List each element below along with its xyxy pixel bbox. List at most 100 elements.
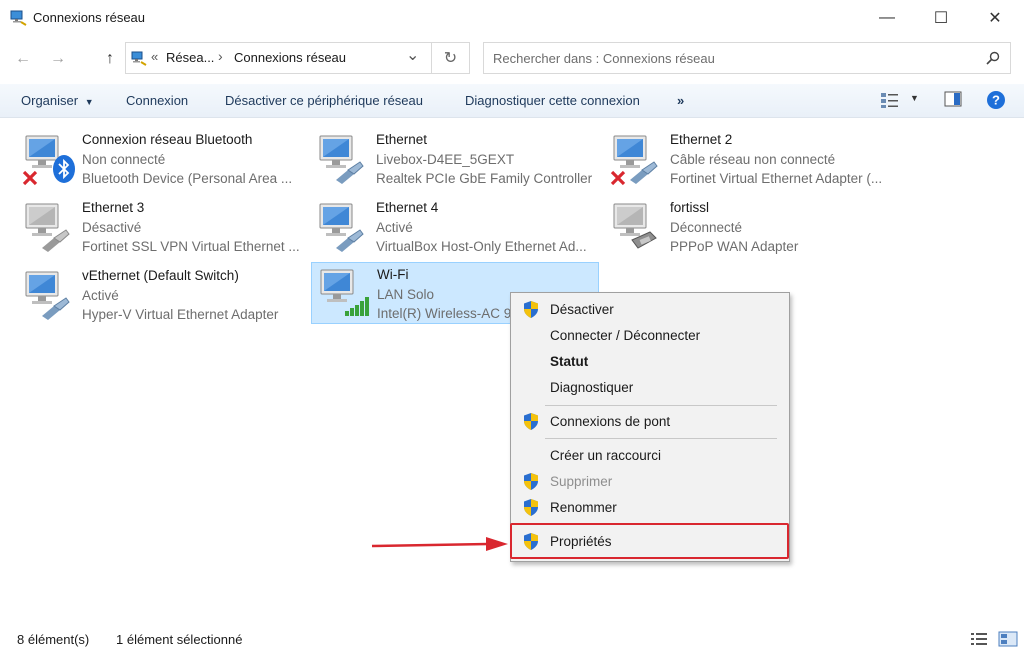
connection-device: Fortinet Virtual Ethernet Adapter (... [670, 171, 883, 186]
search-input[interactable]: Rechercher dans : Connexions réseau [483, 42, 1011, 74]
connection-item[interactable]: vEthernet (Default Switch) Activé Hyper-… [12, 264, 300, 326]
disable-device-button[interactable]: Désactiver ce périphérique réseau [225, 93, 423, 108]
breadcrumb-overflow[interactable]: « [151, 49, 158, 64]
search-placeholder: Rechercher dans : Connexions réseau [493, 51, 715, 66]
connection-status: Livebox-D4EE_5GEXT [376, 152, 515, 167]
arrow-annotation-icon [371, 537, 508, 551]
preview-pane-icon[interactable] [944, 91, 962, 107]
connection-name: vEthernet (Default Switch) [82, 268, 239, 283]
connection-item[interactable]: fortissl Déconnecté PPPoP WAN Adapter [600, 196, 888, 258]
connection-device: Bluetooth Device (Personal Area ... [82, 171, 293, 186]
uac-shield-icon [524, 413, 538, 430]
connection-name: Ethernet [376, 132, 428, 147]
large-icons-view-icon[interactable] [998, 631, 1018, 647]
address-bar[interactable]: « Résea... › Connexions réseau ⌄ [125, 42, 432, 74]
connection-status: LAN Solo [377, 287, 435, 302]
menu-item-bridge-connections[interactable]: Connexions de pont [512, 410, 788, 434]
connection-item[interactable]: Ethernet 3 Désactivé Fortinet SSL VPN Vi… [12, 196, 300, 258]
connection-name: Wi-Fi [377, 267, 409, 282]
search-icon [986, 51, 1000, 65]
status-selection: 1 élément sélectionné [116, 632, 243, 647]
up-button[interactable]: ↑ [98, 46, 122, 72]
error-icon [22, 170, 38, 186]
menu-item-label: Supprimer [550, 474, 613, 489]
connection-status: Déconnecté [670, 220, 743, 235]
connection-name: fortissl [670, 200, 710, 215]
connection-name: Connexion réseau Bluetooth [82, 132, 253, 147]
refresh-button[interactable]: ↻ [432, 42, 470, 74]
connection-status: Activé [82, 288, 119, 303]
menu-item-label: Désactiver [550, 302, 614, 317]
connection-status: Désactivé [82, 220, 142, 235]
menu-item-status[interactable]: Statut [512, 350, 788, 374]
uac-shield-icon [524, 473, 538, 490]
menu-item-label: Renommer [550, 500, 617, 515]
connection-item[interactable]: Connexion réseau Bluetooth Non connecté … [12, 128, 300, 190]
modem-icon [631, 231, 657, 249]
connection-name: Ethernet 3 [82, 200, 145, 215]
menu-item-label: Diagnostiquer [550, 380, 634, 395]
menu-item-connect-disconnect[interactable]: Connecter / Déconnecter [512, 324, 788, 348]
details-view-icon[interactable] [970, 632, 988, 646]
menu-item-label: Créer un raccourci [550, 448, 662, 463]
more-commands-button[interactable]: » [677, 93, 684, 108]
connection-name: Ethernet 4 [376, 200, 439, 215]
chevron-down-icon: ▼ [84, 97, 94, 107]
breadcrumb-current[interactable]: Connexions réseau [234, 50, 346, 65]
highlight-annotation [510, 523, 789, 559]
window-title: Connexions réseau [33, 10, 146, 25]
connection-device: PPPoP WAN Adapter [670, 239, 799, 254]
connection-status: Câble réseau non connecté [670, 152, 836, 167]
connection-status: Non connecté [82, 152, 166, 167]
diagnose-button[interactable]: Diagnostiquer cette connexion [465, 93, 640, 108]
status-item-count: 8 élément(s) [17, 632, 90, 647]
maximize-button[interactable]: ☐ [918, 0, 964, 36]
connection-item[interactable]: Ethernet Livebox-D4EE_5GEXT Realtek PCIe… [306, 128, 594, 190]
breadcrumb-separator[interactable]: › [218, 48, 223, 64]
network-connections-icon [10, 10, 27, 26]
organize-label: Organiser [21, 93, 79, 108]
connection-item[interactable]: Ethernet 4 Activé VirtualBox Host-Only E… [306, 196, 594, 258]
connection-device: Realtek PCIe GbE Family Controller [376, 171, 593, 186]
connection-device: Hyper-V Virtual Ethernet Adapter [82, 307, 279, 322]
back-button[interactable]: ← [11, 46, 35, 72]
minimize-button[interactable]: — [864, 0, 910, 36]
svg-text:?: ? [992, 93, 1000, 108]
chevron-down-icon[interactable]: ⌄ [406, 45, 419, 65]
view-dropdown-icon[interactable]: ▼ [910, 93, 919, 103]
connection-status: Activé [376, 220, 413, 235]
error-icon [610, 170, 626, 186]
forward-button[interactable]: → [46, 46, 70, 72]
menu-item-delete: Supprimer [512, 470, 788, 494]
menu-item-disable[interactable]: Désactiver [512, 298, 788, 322]
breadcrumb-parent[interactable]: Résea... [166, 50, 214, 65]
uac-shield-icon [524, 301, 538, 318]
menu-item-label: Connexions de pont [550, 414, 671, 429]
view-options-icon[interactable] [880, 91, 900, 109]
connection-device: Intel(R) Wireless-AC 9 [377, 306, 512, 321]
menu-item-diagnose[interactable]: Diagnostiquer [512, 376, 788, 400]
connection-device: Fortinet SSL VPN Virtual Ethernet ... [82, 239, 300, 254]
menu-item-rename[interactable]: Renommer [512, 496, 788, 520]
ethernet-cable-icon [336, 161, 364, 184]
connection-name: Ethernet 2 [670, 132, 733, 147]
wifi-signal-icon [345, 297, 369, 316]
menu-item-label: Statut [550, 354, 589, 369]
help-icon[interactable]: ? [986, 90, 1006, 110]
ethernet-cable-icon [42, 297, 70, 320]
menu-item-label: Connecter / Déconnecter [550, 328, 701, 343]
connect-button[interactable]: Connexion [126, 93, 188, 108]
bluetooth-icon [53, 155, 75, 183]
ethernet-cable-icon [42, 229, 70, 252]
close-button[interactable]: ✕ [972, 0, 1018, 36]
ethernet-cable-icon [630, 161, 658, 184]
context-menu: Désactiver Connecter / Déconnecter Statu… [510, 292, 790, 562]
menu-separator [545, 405, 777, 406]
menu-separator [545, 438, 777, 439]
connection-item[interactable]: Ethernet 2 Câble réseau non connecté For… [600, 128, 888, 190]
connection-device: VirtualBox Host-Only Ethernet Ad... [376, 239, 587, 254]
network-location-icon [131, 51, 147, 66]
uac-shield-icon [524, 499, 538, 516]
organize-button[interactable]: Organiser ▼ [21, 93, 94, 108]
menu-item-create-shortcut[interactable]: Créer un raccourci [512, 444, 788, 468]
